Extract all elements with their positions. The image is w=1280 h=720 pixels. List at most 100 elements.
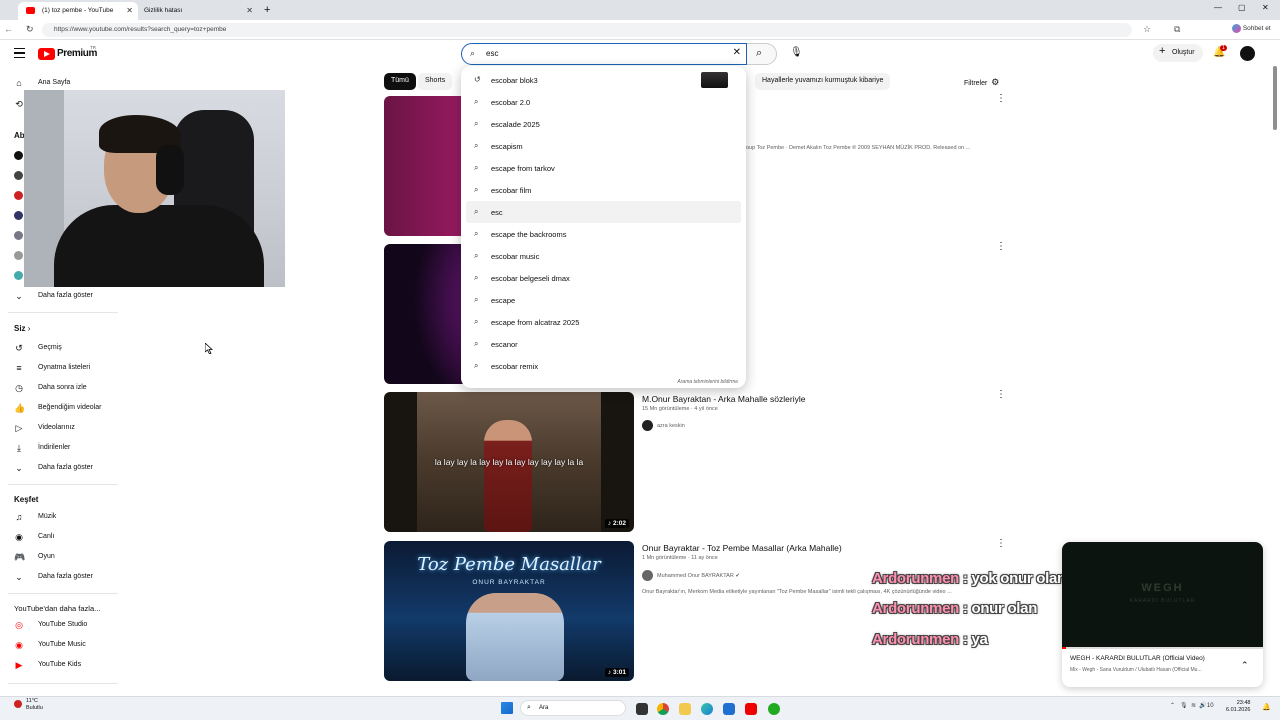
search-suggestion[interactable]: ⌕ escobar remix [466,355,741,377]
search-button[interactable]: ⌕ [747,43,777,65]
suggestion-prefix: esc [491,76,503,85]
page-scrollbar[interactable] [1273,66,1277,130]
more-actions-icon[interactable]: ⋮ [996,94,1006,104]
notification-center-icon[interactable]: 🔔 [1262,703,1271,711]
search-icon: ⌕ [756,47,763,59]
browser-tab-youtube[interactable]: (1) toz pembe - YouTube ✕ [18,2,138,20]
browser-tab-privacy-error[interactable]: Gizlilik hatası ✕ [140,2,258,20]
video-title[interactable]: Onur Bayraktar - Toz Pembe Masallar (Ark… [642,543,842,553]
expand-chevron-icon[interactable]: ⌃ [1241,660,1249,671]
you-heading[interactable]: Siz › [14,324,30,333]
search-icon: ⌕ [474,273,479,282]
webcam-headphones [156,145,184,195]
maximize-icon[interactable]: ▢ [1238,3,1246,12]
channel-avatar[interactable] [14,151,23,160]
progress-bar[interactable] [1062,647,1263,649]
video-title[interactable]: M.Onur Bayraktan - Arka Mahalle sözleriy… [642,394,805,404]
sidebar-item-label: Beğendiğim videolar [38,404,102,411]
file-explorer-icon[interactable] [679,703,691,715]
suggestion-completion: ape [502,296,516,305]
system-tray[interactable]: ⌃ 🎙 ≋ 🔊10 [1170,702,1214,709]
extensions-icon[interactable]: ⧉ [1174,24,1180,35]
miniplayer[interactable]: WEGH KARARDI BULUTLAR WEGH - KARARDI BUL… [1062,542,1263,687]
search-icon: ⌕ [474,317,479,326]
search-suggestion[interactable]: ⌕ escobar film [466,179,741,201]
filters-button[interactable]: Filtreler ⚙ [964,77,999,88]
suggestion-text: escalade 2025 [491,120,540,129]
suggestion-completion: ape from tarkov [502,164,555,173]
channel-avatar[interactable] [14,171,23,180]
more-actions-icon[interactable]: ⋮ [996,390,1006,400]
edge-icon[interactable] [701,703,713,715]
store-icon[interactable] [723,703,735,715]
report-suggestions-link[interactable]: Arama tahminlerini bildirme [677,379,738,385]
thumbnail-figure [484,420,532,532]
refresh-icon[interactable]: ↻ [26,24,34,35]
new-tab-icon[interactable]: + [264,4,270,16]
search-query: esc [486,49,499,58]
sidebar-item-label: Müzik [38,513,57,520]
video-thumbnail[interactable]: Toz Pembe Masallar ONUR BAYRAKTAR ♪ 3:01 [384,541,634,681]
suggestion-prefix: esc [491,98,503,107]
search-suggestion[interactable]: ⌕ escape from tarkov [466,157,741,179]
search-suggestion[interactable]: ⌕ esc [466,201,741,223]
search-suggestion[interactable]: ⌕ escape the backrooms [466,223,741,245]
task-view-icon[interactable] [636,703,648,715]
channel-avatar[interactable] [14,191,23,200]
search-suggestion[interactable]: ⌕ escobar music [466,245,741,267]
app-icon[interactable] [768,703,780,715]
close-tab-icon[interactable]: ✕ [246,6,253,15]
chip-all[interactable]: Tümü [384,73,416,90]
voice-search-icon[interactable]: 🎙 [790,47,803,58]
chip-suggestion[interactable]: Hayallerle yuvamızı kurmuştuk kibariye [755,73,891,90]
clock[interactable]: 23:48 6.01.2026 [1226,700,1250,714]
search-suggestion[interactable]: ⌕ escobar 2.0 [466,91,741,113]
suggestion-completion: obar belgeseli dmax [502,274,570,283]
chip-shorts[interactable]: Shorts [418,73,453,90]
minimize-icon[interactable]: — [1214,3,1222,12]
channel-avatar[interactable] [14,211,23,220]
search-suggestion[interactable]: ↺ escobar blok3 [466,69,741,91]
back-icon[interactable]: ← [4,24,13,34]
more-actions-icon[interactable]: ⋮ [996,539,1006,549]
sidebar-item-label: YouTube Kids [38,661,82,668]
suggestion-text: escobar belgeseli dmax [491,274,570,283]
channel-avatar[interactable] [14,231,23,240]
search-suggestion[interactable]: ⌕ escalade 2025 [466,113,741,135]
windows-start-icon[interactable] [501,702,513,714]
weather-widget[interactable]: 11°C Bulutlu [14,698,43,712]
taskbar-search[interactable]: ⌕ Ara [520,700,626,716]
copilot-button[interactable]: Sohbet et [1232,24,1271,33]
tab-title: (1) toz pembe - YouTube [42,7,114,14]
create-button[interactable]: + Oluştur [1153,44,1203,62]
search-suggestion[interactable]: ⌕ escape [466,289,741,311]
sidebar-item-label: Daha fazla göster [38,292,93,299]
close-window-icon[interactable]: ✕ [1262,3,1269,12]
search-suggestion[interactable]: ⌕ escanor [466,333,741,355]
search-suggestion[interactable]: ⌕ escobar belgeseli dmax [466,267,741,289]
clock-time: 23:48 [1236,700,1251,706]
avatar[interactable] [1240,46,1255,61]
menu-icon[interactable] [14,48,25,59]
chrome-icon[interactable] [657,703,669,715]
star-icon[interactable]: ☆ [1143,24,1151,35]
clear-search-icon[interactable]: ✕ [733,47,741,58]
suggestion-text: escobar remix [491,362,538,371]
channel-link[interactable]: Muhammed Onur BAYRAKTAR ✔ [642,570,740,581]
explore-heading: Keşfet [14,495,39,504]
youtube-favicon-icon [26,7,35,14]
search-suggestion[interactable]: ⌕ escapism [466,135,741,157]
close-tab-icon[interactable]: ✕ [126,6,133,15]
youtube-app-icon[interactable] [745,703,757,715]
search-input[interactable]: ⌕ esc ✕ [461,43,747,65]
chevron-down-icon: ⌄ [15,463,23,473]
history-icon: ↺ [15,343,23,353]
channel-avatar[interactable] [14,251,23,260]
url-field[interactable]: https://www.youtube.com/results?search_q… [42,23,1132,37]
more-actions-icon[interactable]: ⋮ [996,242,1006,252]
video-thumbnail[interactable]: la lay lay la lay lay la lay lay lay lay… [384,392,634,532]
miniplayer-video[interactable]: WEGH KARARDI BULUTLAR [1062,542,1263,648]
channel-link[interactable]: azra keskin [642,420,685,431]
channel-avatar[interactable] [14,271,23,280]
search-suggestion[interactable]: ⌕ escape from alcatraz 2025 [466,311,741,333]
